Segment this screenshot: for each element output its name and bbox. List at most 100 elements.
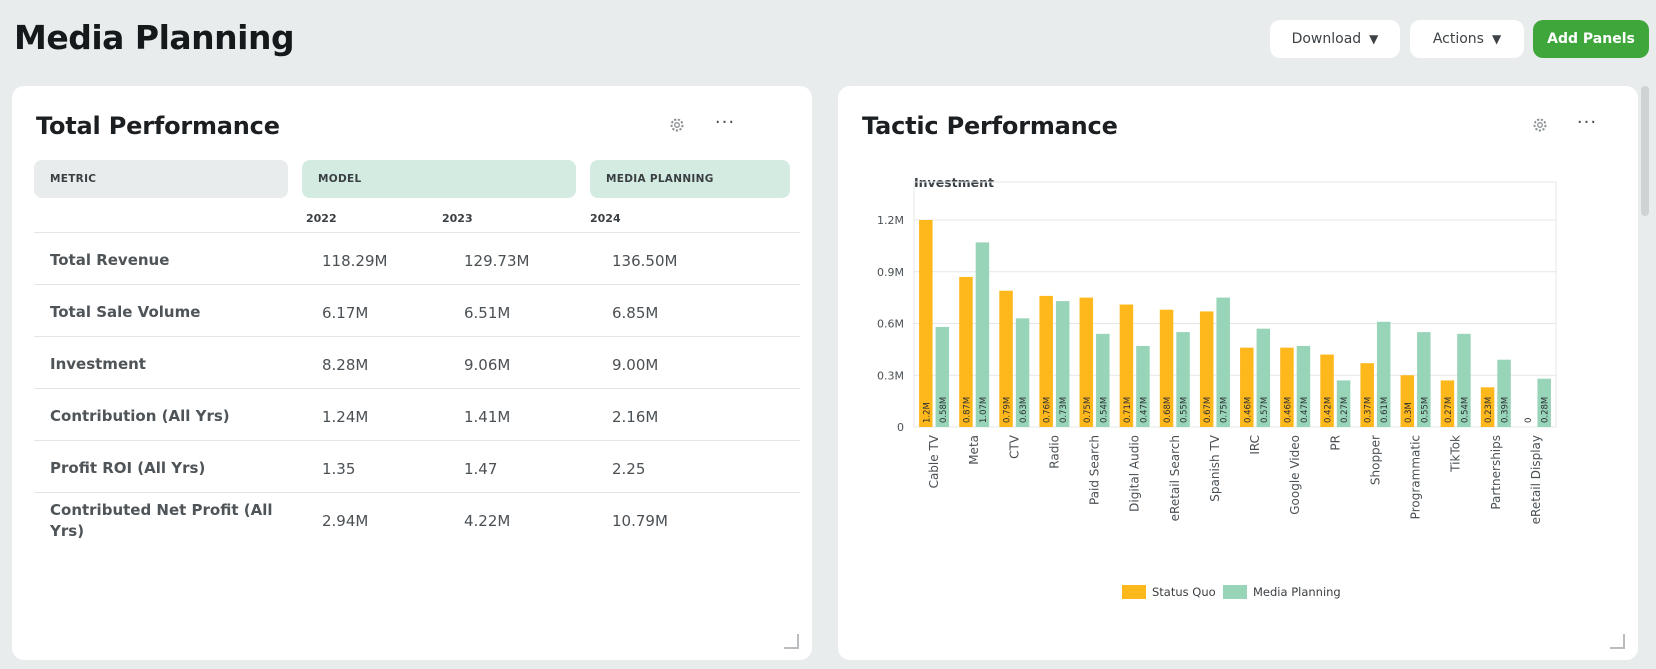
x-category-label: CTV [1007, 434, 1021, 459]
legend-label[interactable]: Status Quo [1152, 585, 1216, 599]
year-label: 2022 [306, 212, 337, 225]
panel-title: Total Performance [36, 112, 280, 140]
column-header-metric: METRIC [34, 160, 288, 198]
value-2024: 2.16M [612, 407, 659, 426]
column-header-media-planning: MEDIA PLANNING [590, 160, 790, 198]
bar-data-label: 0.55M [1180, 397, 1190, 423]
value-2023: 129.73M [464, 251, 530, 270]
bar-data-label: 0.39M [1501, 397, 1511, 423]
bar-data-label: 0.47M [1300, 397, 1310, 423]
value-2024: 6.85M [612, 303, 659, 322]
download-button[interactable]: Download ▼ [1270, 20, 1400, 58]
bar-data-label: 0.46M [1283, 397, 1293, 423]
value-2022: 6.17M [322, 303, 369, 322]
bar-data-label: 0.23M [1484, 397, 1494, 423]
x-category-label: Google Video [1288, 435, 1302, 515]
x-category-label: Radio [1047, 435, 1061, 469]
add-panels-button[interactable]: Add Panels [1533, 20, 1649, 58]
x-category-label: Cable TV [927, 434, 941, 488]
bar-status-quo[interactable] [919, 220, 933, 427]
caret-down-icon: ▼ [1369, 32, 1379, 46]
x-category-label: Paid Search [1088, 435, 1102, 505]
bar-data-label: 0.54M [1099, 397, 1109, 423]
value-2023: 4.22M [464, 511, 511, 530]
caret-down-icon: ▼ [1491, 32, 1502, 46]
bar-data-label: 0.67M [1203, 397, 1213, 423]
metric-name: Total Sale Volume [50, 303, 201, 322]
page-scrollbar[interactable] [1641, 86, 1649, 216]
bar-data-label: 0.55M [1420, 397, 1430, 423]
bar-data-label: 0.68M [1163, 397, 1173, 423]
tactic-performance-panel: Tactic Performance ··· Investment 0 0.3M 0… [838, 86, 1638, 660]
investment-bar-chart: Investment 00.3M0.6M0.9M1.2M 1.2M 0.58MCa… [877, 175, 1557, 599]
resize-handle-icon[interactable] [1608, 632, 1626, 650]
value-2024: 10.79M [612, 511, 668, 530]
bar-data-label: 0.75M [1220, 397, 1230, 423]
y-tick-label: 0.3M [877, 369, 904, 382]
resize-handle-icon[interactable] [782, 632, 800, 650]
download-button-label: Download [1291, 31, 1362, 47]
total-performance-panel: Total Performance ··· METRIC MODEL MEDIA… [12, 86, 812, 660]
year-label: 2023 [442, 212, 473, 225]
table-row: Total Sale Volume 6.17M 6.51M 6.85M [34, 284, 800, 339]
gear-icon[interactable] [668, 116, 686, 134]
value-2022: 1.24M [322, 407, 369, 426]
x-category-label: IRC [1248, 435, 1262, 455]
x-category-label: Spanish TV [1208, 434, 1222, 502]
bar-data-label: 0.3M [1404, 402, 1414, 423]
more-options-icon[interactable]: ··· [712, 112, 738, 133]
actions-button-label: Actions [1432, 31, 1484, 47]
legend-swatch[interactable] [1122, 585, 1146, 599]
bar-data-label: 1.07M [979, 397, 989, 423]
value-2023: 9.06M [464, 355, 511, 374]
actions-button[interactable]: Actions ▼ [1410, 20, 1524, 58]
bar-data-label: 0.57M [1260, 397, 1270, 423]
bar-data-label: 0.42M [1324, 397, 1334, 423]
legend-label[interactable]: Media Planning [1253, 585, 1341, 599]
value-2023: 1.47 [464, 459, 498, 478]
bar-data-label: 0.27M [1340, 397, 1350, 423]
metric-name: Profit ROI (All Yrs) [50, 459, 206, 478]
bar-data-label: 0.54M [1460, 397, 1470, 423]
metric-name: Contribution (All Yrs) [50, 407, 230, 426]
metric-name: Investment [50, 355, 146, 374]
bar-data-label: 0.87M [962, 397, 972, 423]
bar-data-label: 0 [1524, 418, 1534, 423]
column-header-model: MODEL [302, 160, 576, 198]
bar-data-label: 0.28M [1541, 397, 1551, 423]
y-tick-label: 0.9M [877, 266, 904, 279]
x-category-label: eRetail Search [1168, 435, 1182, 521]
metric-name: Total Revenue [50, 251, 170, 270]
value-2023: 1.41M [464, 407, 511, 426]
value-2024: 136.50M [612, 251, 678, 270]
table-row: Investment 8.28M 9.06M 9.00M [34, 336, 800, 391]
bar-data-label: 0.76M [1043, 397, 1053, 423]
table-row: Total Revenue 118.29M 129.73M 136.50M [34, 232, 800, 287]
y-tick-label: 1.2M [877, 214, 904, 227]
value-2022: 2.94M [322, 511, 369, 530]
bar-data-label: 0.46M [1243, 397, 1253, 423]
legend-swatch[interactable] [1223, 585, 1247, 599]
value-2023: 6.51M [464, 303, 511, 322]
x-category-label: Partnerships [1489, 435, 1503, 510]
bar-data-label: 0.75M [1083, 397, 1093, 423]
table-row: Profit ROI (All Yrs) 1.35 1.47 2.25 [34, 440, 800, 495]
bar-data-label: 0.73M [1059, 397, 1069, 423]
x-category-label: TikTok [1449, 435, 1463, 473]
bar-data-label: 0.47M [1139, 397, 1149, 423]
x-category-label: Shopper [1368, 435, 1382, 485]
bar-data-label: 0.61M [1380, 397, 1390, 423]
bar-data-label: 0.71M [1123, 397, 1133, 423]
bar-data-label: 1.2M [922, 402, 932, 423]
x-category-label: Programmatic [1409, 435, 1423, 519]
table-row: Contribution (All Yrs) 1.24M 1.41M 2.16M [34, 388, 800, 443]
y-tick-label: 0.6M [877, 318, 904, 331]
year-label: 2024 [590, 212, 621, 225]
value-2022: 1.35 [322, 459, 356, 478]
bar-data-label: 0.63M [1019, 397, 1029, 423]
x-category-label: Digital Audio [1128, 435, 1142, 512]
bar-data-label: 0.27M [1444, 397, 1454, 423]
table-row: Contributed Net Profit (All Yrs) 2.94M 4… [34, 492, 800, 547]
bar-data-label: 0.79M [1003, 397, 1013, 423]
bar-data-label: 0.37M [1364, 397, 1374, 423]
